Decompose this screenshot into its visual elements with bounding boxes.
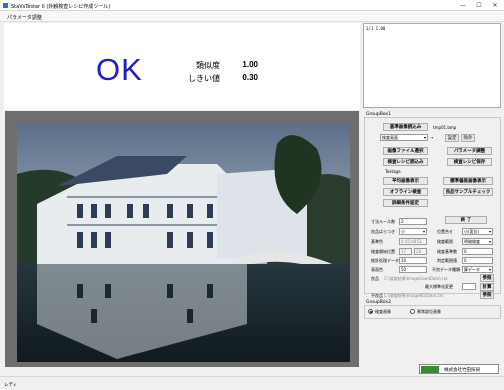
inspection-photo <box>17 124 350 362</box>
company-logo: 株式会社竹田技研 <box>419 364 499 374</box>
check-count-field[interactable]: 0 <box>462 248 493 255</box>
company-name: 株式会社竹田技研 <box>444 368 480 373</box>
good-browse-button[interactable]: 参照 <box>480 274 494 282</box>
bad-data-type-select[interactable]: 算データ <box>462 266 493 273</box>
threshold-label: しきい値 <box>188 74 220 83</box>
stat-count-field[interactable]: 10 <box>399 257 427 264</box>
bad-browse-button[interactable]: 参照 <box>480 291 494 299</box>
good-label: 良品 <box>371 276 379 281</box>
similarity-label: 類似度 <box>196 61 220 70</box>
max-change-field[interactable] <box>462 283 476 290</box>
window-title: StaVsTester II (外観検査レシピ作成ツール) <box>11 4 111 10</box>
judge-range-label: 判定範囲値 <box>437 258 457 263</box>
start-y-field: 28 <box>414 248 427 255</box>
bad-path: C:\検査結果\ImageNGData\.txt <box>384 293 444 298</box>
bad-data-type-label: 不良データ種類 <box>432 267 460 272</box>
bad-label: 不良品 <box>371 293 383 298</box>
parameter-adjust-button[interactable]: パラメータ調整 <box>447 147 492 155</box>
base-color-field: 0.45;4853 <box>399 238 427 245</box>
judge-range-field[interactable]: 0 <box>462 257 493 264</box>
calc-button[interactable]: 計算 <box>480 283 494 291</box>
stddev-image-button[interactable]: 標準偏差画像表示 <box>443 177 493 185</box>
inspection-image <box>17 124 350 362</box>
groupbox-2-title: GroupBox2 <box>366 300 391 305</box>
average-image-button[interactable]: 平均画像表示 <box>383 177 428 185</box>
start-position-label: 検査開始位置 <box>371 249 395 254</box>
close-button[interactable]: ✕ <box>488 1 502 10</box>
finish-button[interactable]: 終 了 <box>445 216 487 224</box>
status-bar: レディ <box>0 376 504 390</box>
check-count-label: 検査基準数 <box>437 249 457 254</box>
variation-label: 良品ばらつき <box>371 229 395 234</box>
anomaly-image-radio[interactable] <box>410 309 415 314</box>
variation-select[interactable]: 小 <box>399 228 427 235</box>
maximize-button[interactable]: ☐ <box>472 1 486 10</box>
verdict-text: OK <box>96 52 143 87</box>
inspect-image-label: 検査画像 <box>375 309 391 314</box>
title-bar: StaVsTester II (外観検査レシピ作成ツール) — ☐ ✕ <box>0 0 504 11</box>
textage-label: Textage <box>385 169 401 174</box>
groupbox-1-title: GroupBox1 <box>366 112 391 117</box>
base-color-label: 基準色 <box>371 239 383 244</box>
similarity-value: 1.00 <box>242 60 258 69</box>
status-text: レディ <box>4 383 18 388</box>
log-textbox[interactable]: 1/1 1.00 <box>363 23 501 108</box>
dilate-label: 寸法ルール数 <box>371 219 395 224</box>
anomaly-image-label: 異常部位画像 <box>417 309 441 314</box>
dilate-field[interactable]: 2 <box>399 218 427 225</box>
offline-inspection-button[interactable]: オフライン検査 <box>383 188 428 196</box>
select-image-file-button[interactable]: 画像ファイル選択 <box>383 147 428 155</box>
logo-mark <box>421 366 439 373</box>
exclude-button[interactable]: 除外 <box>461 134 475 142</box>
surface-color-label: 表面色 <box>371 267 383 272</box>
load-recipe-button[interactable]: 検査レシピ読込み <box>383 158 428 166</box>
start-x-field: 17 <box>399 248 412 255</box>
save-recipe-button[interactable]: 検査レシピ保存 <box>447 158 492 166</box>
minimize-button[interactable]: — <box>456 1 470 10</box>
inspect-image-radio[interactable] <box>368 309 373 314</box>
max-change-label: 最大標準化変更 <box>425 284 453 289</box>
alignment-select[interactable]: 小(変位) <box>462 228 493 235</box>
tmp-file-name: tmp01.bmp <box>433 125 457 130</box>
arrow-icon: → <box>430 135 434 140</box>
good-path: C:\検査結果\ImageGoodData\.txt <box>384 276 448 281</box>
load-reference-image-button[interactable]: 基準画像読込み <box>383 123 428 131</box>
test-range-select[interactable]: 明暗検査 <box>462 238 493 245</box>
alignment-label: 位置合せ <box>437 229 453 234</box>
reference-select[interactable]: 検査画面 <box>380 134 428 141</box>
surface-color-field[interactable]: 50 <box>399 266 427 273</box>
test-range-label: 検査範囲 <box>437 239 453 244</box>
sample-check-button[interactable]: 良品サンプルチェック <box>443 188 493 196</box>
menu-item-parameter[interactable]: パラメータ調整 <box>7 14 42 21</box>
detail-settings-button[interactable]: 詳細条件設定 <box>383 199 428 207</box>
log-line: 1/1 1.00 <box>366 26 386 31</box>
threshold-value: 0.30 <box>242 73 258 82</box>
app-icon <box>3 3 8 8</box>
set-button[interactable]: 設定 <box>445 134 459 142</box>
menu-bar: パラメータ調整 <box>0 11 504 22</box>
